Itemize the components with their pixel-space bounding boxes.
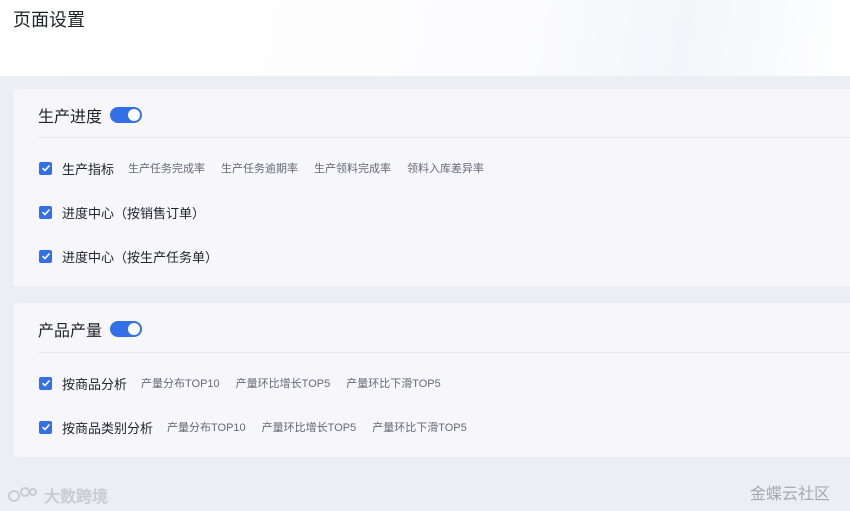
option-label: 进度中心（按生产任务单） — [62, 249, 219, 265]
checkbox[interactable] — [39, 376, 52, 390]
check-icon — [41, 423, 50, 431]
check-icon — [41, 252, 50, 260]
watermark-logo-icon — [8, 486, 38, 504]
sub-option[interactable]: 产量分布TOP10 — [167, 419, 246, 435]
sub-option[interactable]: 生产领料完成率 — [314, 160, 391, 176]
option-label: 进度中心（按销售订单） — [62, 205, 206, 221]
section-production-progress: 生产进度 生产指标 生产任务完成率 生产任务逾期率 生产领料完成率 领料入库差异… — [14, 89, 850, 286]
checkbox[interactable] — [39, 205, 52, 219]
sub-options: 产量分布TOP10 产量环比增长TOP5 产量环比下滑TOP5 — [167, 419, 483, 435]
checkbox[interactable] — [39, 420, 52, 434]
check-icon — [41, 208, 50, 216]
option-label: 按商品分析 — [62, 376, 128, 392]
sub-option[interactable]: 产量环比下滑TOP5 — [372, 419, 467, 435]
check-icon — [41, 379, 50, 387]
toggle-knob — [128, 109, 141, 121]
page-header: 页面设置 — [0, 0, 850, 76]
sub-option[interactable]: 产量环比增长TOP5 — [236, 375, 331, 391]
option-row-by-product-category: 按商品类别分析 产量分布TOP10 产量环比增长TOP5 产量环比下滑TOP5 — [39, 417, 483, 437]
sub-option[interactable]: 生产任务完成率 — [128, 160, 205, 176]
watermark-left-text: 大数跨境 — [44, 489, 109, 506]
section-header: 生产进度 — [38, 103, 143, 127]
sub-options: 生产任务完成率 生产任务逾期率 生产领料完成率 领料入库差异率 — [128, 160, 500, 176]
section-product-output: 产品产量 按商品分析 产量分布TOP10 产量环比增长TOP5 产量环比下滑TO… — [14, 303, 850, 457]
section-title: 生产进度 — [38, 109, 103, 126]
sub-option[interactable]: 产量环比增长TOP5 — [262, 419, 357, 435]
divider — [38, 137, 850, 138]
checkbox[interactable] — [39, 161, 52, 175]
option-row-progress-by-sales-order: 进度中心（按销售订单） — [39, 202, 205, 222]
section-toggle-switch[interactable] — [110, 107, 143, 123]
option-row-progress-by-production-task: 进度中心（按生产任务单） — [39, 246, 218, 266]
section-title: 产品产量 — [38, 323, 103, 340]
divider — [38, 352, 850, 353]
sub-option[interactable]: 领料入库差异率 — [407, 160, 484, 176]
check-icon — [41, 164, 50, 172]
section-header: 产品产量 — [38, 317, 143, 341]
page-title: 页面设置 — [13, 10, 85, 30]
watermark-left: 大数跨境 — [8, 483, 108, 507]
option-label: 按商品类别分析 — [62, 420, 154, 436]
section-toggle-switch[interactable] — [110, 321, 143, 337]
toggle-knob — [128, 323, 141, 335]
option-label: 生产指标 — [62, 161, 115, 177]
sub-option[interactable]: 生产任务逾期率 — [221, 160, 298, 176]
watermark-right: 金蝶云社区 — [749, 486, 830, 503]
sub-option[interactable]: 产量分布TOP10 — [141, 375, 220, 391]
option-row-production-metrics: 生产指标 生产任务完成率 生产任务逾期率 生产领料完成率 领料入库差异率 — [39, 158, 500, 178]
option-row-by-product: 按商品分析 产量分布TOP10 产量环比增长TOP5 产量环比下滑TOP5 — [39, 373, 457, 393]
sub-option[interactable]: 产量环比下滑TOP5 — [346, 375, 441, 391]
sub-options: 产量分布TOP10 产量环比增长TOP5 产量环比下滑TOP5 — [141, 375, 457, 391]
checkbox[interactable] — [39, 249, 52, 263]
